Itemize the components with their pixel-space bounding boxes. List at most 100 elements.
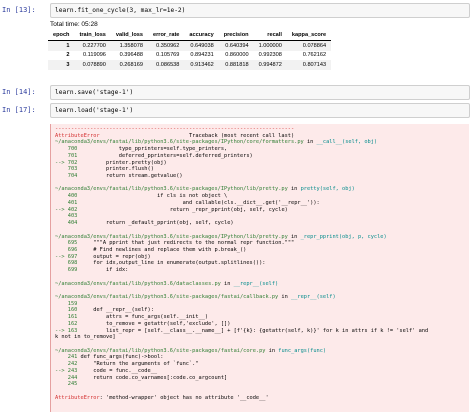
line-number: 698 bbox=[55, 260, 78, 267]
table-cell: 1 bbox=[48, 40, 75, 51]
frame-file-path: ~/anaconda3/envs/fastai/lib/python3.6/si… bbox=[55, 186, 288, 193]
line-number: 701 bbox=[55, 152, 78, 159]
code-line-text: def func_args(func)->bool: bbox=[80, 354, 164, 361]
table-header-cell: valid_loss bbox=[110, 31, 148, 41]
line-number: 244 bbox=[55, 374, 78, 381]
table-cell: 0.992308 bbox=[258, 52, 282, 59]
code-line-text: if idx: bbox=[80, 267, 129, 274]
table-cell: 3 bbox=[48, 60, 75, 71]
table-cell: 0.078890 bbox=[74, 60, 111, 71]
cell-prompt: In [14]: bbox=[2, 88, 36, 96]
frame-function: __repr__(self) bbox=[233, 280, 279, 287]
line-number: 403 bbox=[55, 213, 78, 220]
code-line-text: code = func.__code__ bbox=[80, 367, 158, 374]
traceback-output: ----------------------------------------… bbox=[50, 124, 469, 412]
code-line-text: type_pprinters=self.type_printers, bbox=[80, 146, 228, 153]
line-number: 401 bbox=[55, 199, 78, 206]
table-cell: 0.640394 bbox=[218, 40, 254, 51]
table-cell: 0.227700 bbox=[74, 40, 111, 51]
table-header-cell: epoch bbox=[48, 31, 75, 41]
line-number: 242 bbox=[55, 361, 78, 368]
code-line-text: printer.flush() bbox=[80, 166, 154, 173]
line-number: 245 bbox=[55, 381, 78, 388]
table-cell: 0.078864 bbox=[286, 40, 332, 51]
table-row: 1 0.227700 1.358078 0.350962 0.649038 0.64039… bbox=[48, 40, 332, 51]
code-input-cell-13[interactable]: learn.fit_one_cycle(3, max_lr=1e-2) bbox=[50, 3, 470, 18]
table-cell: 2 bbox=[66, 52, 70, 59]
current-line-number: --> 402 bbox=[55, 206, 78, 213]
code-line-text: printer.pretty(obj) bbox=[80, 159, 167, 166]
table-header-cell: accuracy bbox=[184, 31, 219, 41]
table-cell: 0.913462 bbox=[184, 60, 219, 71]
frame-file-path: ~/anaconda3/envs/fastai/lib/python3.6/si… bbox=[55, 139, 304, 146]
code-line-text: to_remove = getattr(self,'exclude', []) bbox=[80, 320, 231, 327]
line-number: 159 bbox=[55, 300, 78, 307]
code-line-text: k not in to_remove] bbox=[55, 334, 116, 341]
results-table: epoch train_loss valid_loss error_rate accur… bbox=[48, 31, 332, 71]
current-line-number: --> 702 bbox=[55, 159, 78, 166]
code-line-text: deferred_pprinters=self.deferred_printer… bbox=[80, 152, 253, 159]
code-input-cell-14[interactable]: learn.save('stage-1') bbox=[50, 85, 470, 100]
code-text: learn.save('stage-1') bbox=[55, 89, 134, 96]
traceback-text: ----------------------------------------… bbox=[55, 126, 429, 401]
line-number: 696 bbox=[55, 246, 78, 253]
table-cell: 0.396488 bbox=[119, 52, 143, 59]
table-header-cell: precision bbox=[218, 31, 254, 41]
error-type: AttributeError bbox=[55, 132, 100, 139]
traceback-separator: ----------------------------------------… bbox=[55, 126, 295, 132]
current-line-number: --> 163 bbox=[55, 327, 78, 334]
code-text: learn.load('stage-1') bbox=[55, 107, 134, 114]
table-cell: 1.000000 bbox=[253, 40, 287, 51]
table-cell: 0.268169 bbox=[110, 60, 148, 71]
code-line-text: # Find newlines and replace them with p.… bbox=[80, 246, 247, 253]
line-number: 404 bbox=[55, 220, 78, 227]
table-cell: 0.807143 bbox=[286, 60, 332, 71]
frame-function: _repr_pprint(obj, p, cycle) bbox=[300, 233, 387, 240]
traceback-header: Traceback (most recent call last) bbox=[188, 132, 295, 139]
line-number: 241 bbox=[55, 354, 78, 361]
line-number: 162 bbox=[55, 320, 78, 327]
code-line-text: return code.co_varnames[:code.co_argcoun… bbox=[80, 374, 228, 381]
table-cell: 0.119096 bbox=[83, 52, 106, 59]
table-row: 3 0.078890 0.268169 0.086538 0.913462 0.88181… bbox=[48, 60, 332, 71]
table-header-cell: error_rate bbox=[147, 31, 185, 41]
frame-function: func_args(func) bbox=[278, 347, 327, 354]
line-number: 700 bbox=[55, 146, 78, 153]
frame-function: pretty(self, obj) bbox=[300, 186, 355, 193]
table-cell: 0.881818 bbox=[218, 60, 254, 71]
frame-file-path: ~/anaconda3/envs/fastai/lib/python3.6/si… bbox=[55, 293, 279, 300]
table-header-cell: train_loss bbox=[74, 31, 111, 41]
table-cell: 0.086538 bbox=[147, 60, 185, 71]
table-cell: 0.105769 bbox=[156, 52, 180, 59]
code-line-text: return _default_pprint(obj, self, cycle) bbox=[80, 220, 234, 227]
total-time: Total time: 05:28 bbox=[50, 21, 98, 28]
line-number: 703 bbox=[55, 166, 78, 173]
line-number: 160 bbox=[55, 307, 78, 314]
frame-file-path: ~/anaconda3/envs/fastai/lib/python3.6/si… bbox=[55, 347, 266, 354]
results-table-wrap: epoch train_loss valid_loss error_rate accur… bbox=[48, 31, 332, 71]
line-number: 699 bbox=[55, 267, 78, 274]
table-cell: 0.350962 bbox=[147, 40, 185, 51]
table-cell: 0.649038 bbox=[184, 40, 219, 51]
table-cell: 0.894231 bbox=[190, 52, 214, 59]
table-header-cell: kappa_score bbox=[286, 31, 332, 41]
code-line-text: return _repr_pprint(obj, self, cycle) bbox=[80, 206, 288, 213]
code-line-text: list_repr = [self.__class__.__name__] + … bbox=[80, 327, 429, 334]
frame-file-path: ~/anaconda3/envs/fastai/lib/python3.6/da… bbox=[55, 280, 221, 287]
cell-prompt: In [13]: bbox=[2, 6, 36, 14]
cell-prompt: In [17]: bbox=[2, 106, 36, 114]
frame-file-path: ~/anaconda3/envs/fastai/lib/python3.6/si… bbox=[55, 233, 288, 240]
code-input-cell-17[interactable]: learn.load('stage-1') bbox=[50, 103, 470, 118]
code-line-text: attrs = func_args(self.__init__) bbox=[80, 314, 209, 321]
line-number: 695 bbox=[55, 240, 78, 247]
table-cell: 0.762162 bbox=[302, 52, 327, 59]
final-error-type: AttributeError bbox=[55, 394, 100, 401]
table-header-cell: recall bbox=[253, 31, 287, 41]
code-line-text: for idx,output_line in enumerate(output.… bbox=[80, 260, 266, 267]
current-line-number: --> 243 bbox=[55, 367, 78, 374]
table-cell: 1.358078 bbox=[110, 40, 148, 51]
final-error-message: : 'method-wrapper' object has no attribu… bbox=[99, 394, 269, 401]
frame-function: __repr__(self) bbox=[291, 293, 336, 300]
table-row: 2 0.119096 0.396488 0.105769 0.894231 0.86000… bbox=[48, 51, 331, 61]
code-line-text: if cls is not object \ bbox=[80, 193, 228, 200]
